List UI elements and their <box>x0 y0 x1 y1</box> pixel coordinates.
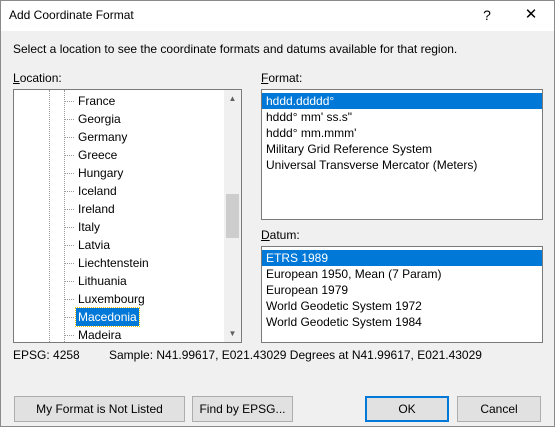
format-item[interactable]: Universal Transverse Mercator (Meters) <box>262 157 542 173</box>
location-item-label: Lithuania <box>78 274 127 288</box>
close-button[interactable]: ✕ <box>509 1 553 31</box>
tree-connector <box>65 209 74 210</box>
tree-connector <box>65 173 74 174</box>
instruction-text: Select a location to see the coordinate … <box>13 42 458 56</box>
location-item[interactable]: Germany <box>14 128 222 146</box>
title-bar: Add Coordinate Format ? ✕ <box>1 1 554 31</box>
location-item-label: Iceland <box>78 184 117 198</box>
location-item-label: Georgia <box>78 112 121 126</box>
ok-button[interactable]: OK <box>365 396 449 422</box>
tree-connector <box>65 335 74 336</box>
tree-connector <box>65 263 74 264</box>
help-button[interactable]: ? <box>471 1 503 31</box>
format-list[interactable]: hddd.ddddd° hddd° mm' ss.s" hddd° mm.mmm' M… <box>261 89 543 220</box>
epsg-code-text: EPSG: 4258 <box>13 348 80 362</box>
cancel-button[interactable]: Cancel <box>457 396 541 422</box>
location-tree[interactable]: France Georgia Germany Greece Hungary Iceland… <box>13 89 242 343</box>
datum-item[interactable]: ETRS 1989 <box>262 250 542 266</box>
location-item[interactable]: Madeira <box>14 326 222 342</box>
datum-list[interactable]: ETRS 1989 European 1950, Mean (7 Param) Eu… <box>261 246 543 343</box>
location-scrollbar[interactable]: ▲ ▼ <box>224 90 241 342</box>
datum-label: Datum: <box>261 228 300 242</box>
dialog-title: Add Coordinate Format <box>9 8 134 22</box>
location-item-label: Ireland <box>78 202 115 216</box>
location-tree-items: France Georgia Germany Greece Hungary Iceland… <box>14 92 222 342</box>
location-item[interactable]: Georgia <box>14 110 222 128</box>
location-item-label: Macedonia <box>75 307 140 327</box>
sample-text: Sample: N41.99617, E021.43029 Degrees at… <box>109 348 482 362</box>
tree-connector <box>65 227 74 228</box>
datum-item[interactable]: European 1950, Mean (7 Param) <box>262 266 542 282</box>
location-item[interactable]: Ireland <box>14 200 222 218</box>
tree-connector <box>65 281 74 282</box>
location-item-label: Greece <box>78 148 118 162</box>
scroll-down-icon[interactable]: ▼ <box>224 325 241 342</box>
datum-item[interactable]: World Geodetic System 1972 <box>262 298 542 314</box>
tree-connector <box>65 137 74 138</box>
location-item-label: France <box>78 94 116 108</box>
location-item-label: Italy <box>78 220 101 234</box>
find-by-epsg-button[interactable]: Find by EPSG... <box>192 396 293 422</box>
location-item-label: Latvia <box>78 238 111 252</box>
format-not-listed-button[interactable]: My Format is Not Listed <box>14 396 185 422</box>
tree-connector <box>65 317 74 318</box>
location-item[interactable]: Greece <box>14 146 222 164</box>
tree-connector <box>65 101 74 102</box>
tree-connector <box>65 191 74 192</box>
location-item[interactable]: Hungary <box>14 164 222 182</box>
location-item[interactable]: France <box>14 92 222 110</box>
location-item-label: Madeira <box>78 328 122 342</box>
format-list-items: hddd.ddddd° hddd° mm' ss.s" hddd° mm.mmm' M… <box>262 93 542 173</box>
datum-list-items: ETRS 1989 European 1950, Mean (7 Param) Eu… <box>262 250 542 330</box>
tree-connector <box>65 245 74 246</box>
location-item-label: Germany <box>78 130 128 144</box>
location-item-label: Luxembourg <box>78 292 145 306</box>
location-item[interactable]: Iceland <box>14 182 222 200</box>
scroll-up-icon[interactable]: ▲ <box>224 90 241 107</box>
format-item[interactable]: hddd° mm' ss.s" <box>262 109 542 125</box>
location-item[interactable]: Latvia <box>14 236 222 254</box>
location-item[interactable]: Luxembourg <box>14 290 222 308</box>
datum-item[interactable]: European 1979 <box>262 282 542 298</box>
location-item-label: Liechtenstein <box>78 256 149 270</box>
location-item-label: Hungary <box>78 166 124 180</box>
add-coordinate-format-dialog: Add Coordinate Format ? ✕ Select a locat… <box>0 0 555 427</box>
location-item[interactable]: Macedonia <box>14 307 222 327</box>
tree-connector <box>65 299 74 300</box>
tree-connector <box>65 119 74 120</box>
location-item[interactable]: Italy <box>14 218 222 236</box>
datum-item[interactable]: World Geodetic System 1984 <box>262 314 542 330</box>
tree-connector <box>65 155 74 156</box>
format-item[interactable]: Military Grid Reference System <box>262 141 542 157</box>
location-label: Location: <box>13 71 62 85</box>
format-item[interactable]: hddd° mm.mmm' <box>262 125 542 141</box>
scrollbar-thumb[interactable] <box>226 194 239 238</box>
format-item[interactable]: hddd.ddddd° <box>262 93 542 109</box>
format-label: Format: <box>261 71 303 85</box>
location-item[interactable]: Lithuania <box>14 272 222 290</box>
location-item[interactable]: Liechtenstein <box>14 254 222 272</box>
